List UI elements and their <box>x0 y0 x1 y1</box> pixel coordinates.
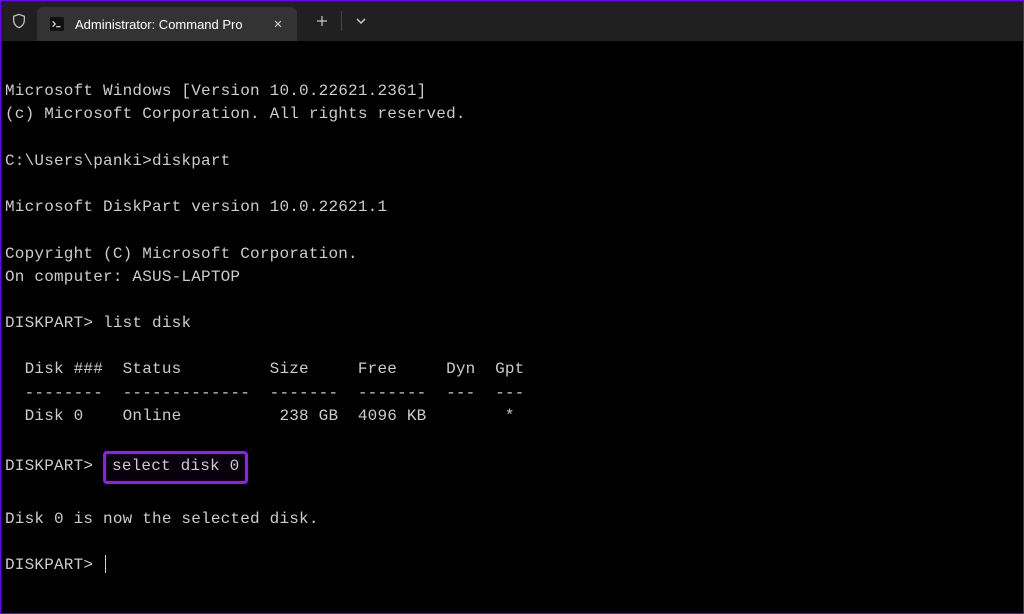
diskpart-copyright: Copyright (C) Microsoft Corporation. <box>5 245 358 263</box>
tab-dropdown-button[interactable] <box>344 4 378 38</box>
prompt-path: C:\Users\panki> <box>5 152 152 170</box>
terminal-output[interactable]: Microsoft Windows [Version 10.0.22621.23… <box>1 41 1023 581</box>
command-text: select disk 0 <box>112 457 239 475</box>
close-tab-button[interactable]: ✕ <box>269 15 287 33</box>
command-text: list disk <box>103 314 191 332</box>
diskpart-prompt: DISKPART> <box>5 556 93 574</box>
table-header: Disk ### Status Size Free Dyn Gpt <box>5 360 524 378</box>
titlebar-controls <box>305 4 378 38</box>
new-tab-button[interactable] <box>305 4 339 38</box>
diskpart-version: Microsoft DiskPart version 10.0.22621.1 <box>5 198 387 216</box>
copyright-line: (c) Microsoft Corporation. All rights re… <box>5 105 466 123</box>
diskpart-prompt: DISKPART> <box>5 457 93 475</box>
table-row: Disk 0 Online 238 GB 4096 KB * <box>5 407 515 425</box>
shield-icon <box>9 11 29 31</box>
result-line: Disk 0 is now the selected disk. <box>5 510 319 528</box>
tab-title: Administrator: Command Pro <box>75 17 259 32</box>
highlighted-command: select disk 0 <box>103 451 248 484</box>
table-divider: -------- ------------- ------- ------- -… <box>5 384 524 402</box>
cursor-icon <box>105 555 106 573</box>
divider <box>341 11 342 31</box>
tab-active[interactable]: Administrator: Command Pro ✕ <box>37 7 297 41</box>
diskpart-prompt: DISKPART> <box>5 314 93 332</box>
computer-name-line: On computer: ASUS-LAPTOP <box>5 268 240 286</box>
command-text: diskpart <box>152 152 230 170</box>
version-line: Microsoft Windows [Version 10.0.22621.23… <box>5 82 426 100</box>
window-titlebar: Administrator: Command Pro ✕ <box>1 1 1023 41</box>
cmd-icon <box>49 16 65 32</box>
